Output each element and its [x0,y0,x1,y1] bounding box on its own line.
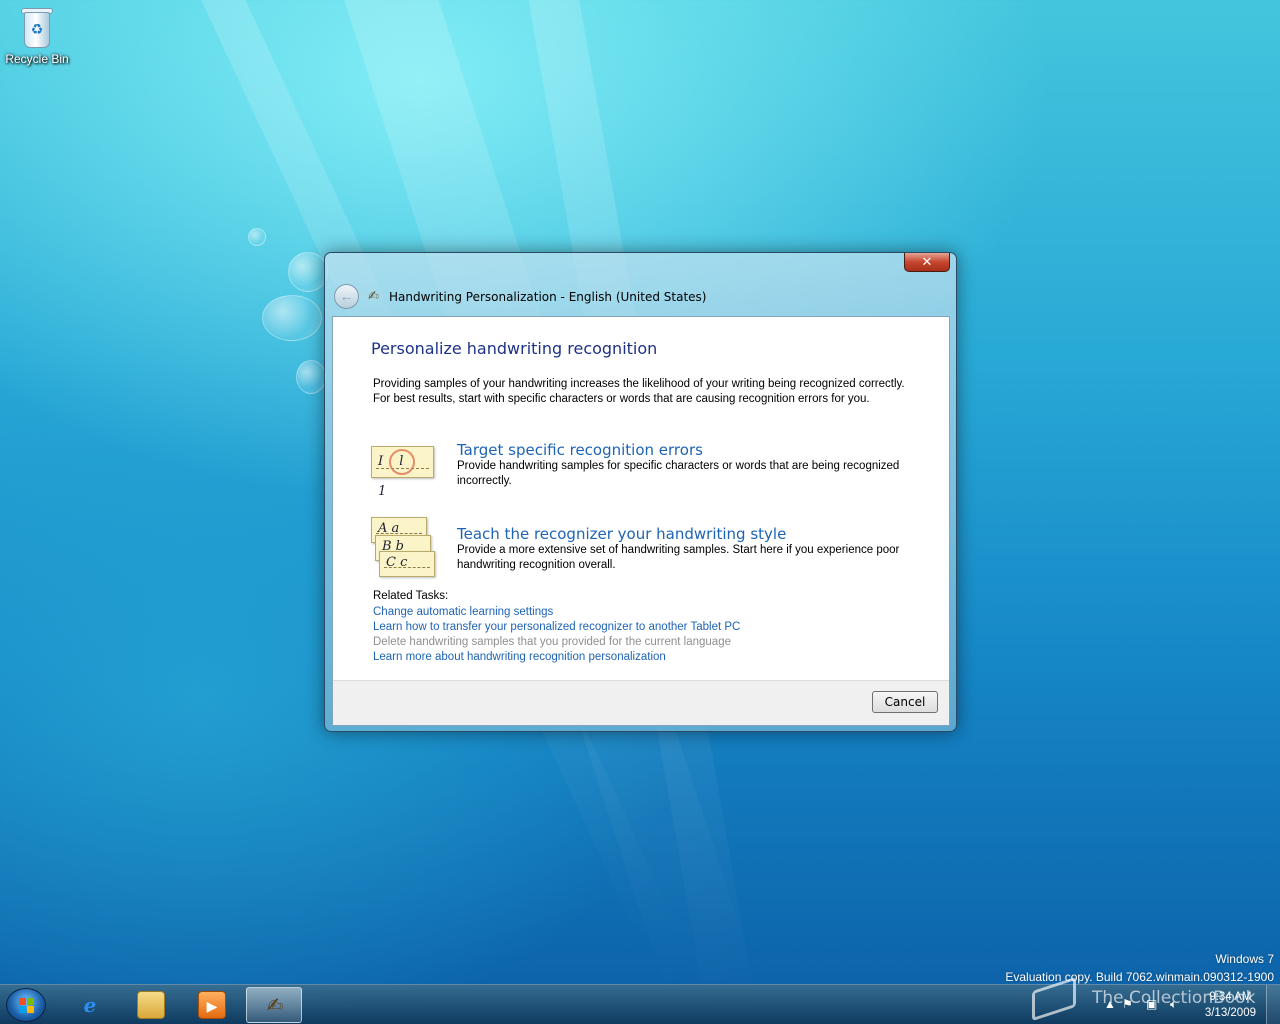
show-desktop-button[interactable] [1266,985,1280,1024]
option-description: Provide a more extensive set of handwrit… [457,544,900,571]
recycle-bin-label: Recycle Bin [5,52,69,66]
related-tasks-label: Related Tasks: [373,590,449,602]
option-target-errors[interactable]: I l 1 Target specific recognition errors… [371,441,931,499]
wallpaper-bubble [262,295,322,341]
cancel-button[interactable]: Cancel [872,691,938,713]
taskbar-internet-explorer[interactable]: e [62,987,118,1023]
recycle-bin-desktop-icon[interactable]: ♻ Recycle Bin [4,6,70,66]
option-title[interactable]: Target specific recognition errors [457,441,703,459]
dialog-footer: Cancel [333,680,949,725]
option-description: Provide handwriting samples for specific… [457,460,900,487]
link-change-learning-settings[interactable]: Change automatic learning settings [373,606,553,618]
link-delete-samples: Delete handwriting samples that you prov… [373,636,731,648]
wallpaper-bubble [248,228,266,246]
windows-explorer-icon [137,991,165,1019]
brand-overlay: The CollectionBook [1092,988,1256,1008]
handwriting-personalization-window: ✕ ← ✍ Handwriting Personalization - Engl… [324,252,957,732]
evaluation-watermark: Windows 7 Evaluation copy. Build 7062.wi… [1005,950,1274,986]
intro-text: Providing samples of your handwriting in… [373,378,905,405]
taskbar-media-player[interactable]: ▶ [184,987,240,1023]
content-panel: Personalize handwriting recognition Prov… [332,316,950,726]
link-transfer-recognizer[interactable]: Learn how to transfer your personalized … [373,621,740,633]
recognition-errors-icon: I l 1 [371,446,435,499]
option-title[interactable]: Teach the recognizer your handwriting st… [457,525,786,543]
watermark-os-name: Windows 7 [1215,952,1274,966]
internet-explorer-icon: e [83,993,97,1017]
wallpaper-bubble [296,360,326,394]
back-arrow-icon: ← [339,288,354,304]
wallpaper-bubble [288,252,328,292]
page-title: Personalize handwriting recognition [371,339,658,358]
taskbar: e ▶ ✍ ▲ ⚑ ▣ 🔈︎ 9:34 AM 3/13/2009 [0,984,1280,1024]
window-title: Handwriting Personalization - English (U… [389,290,707,304]
handwriting-personalization-icon: ✍ [266,995,284,1017]
option-teach-style[interactable]: A a B b C c Teach the recognizer your ha… [371,517,931,585]
windows-logo-icon [19,998,35,1014]
recycle-bin-icon: ♻ [20,6,54,50]
start-button[interactable] [6,988,46,1022]
link-learn-more[interactable]: Learn more about handwriting recognition… [373,651,666,663]
handwriting-cards-icon: A a B b C c [371,517,437,579]
pen-tablet-icon: ✍ [368,288,379,303]
media-player-icon: ▶ [198,991,226,1019]
close-button[interactable]: ✕ [904,253,950,272]
taskbar-windows-explorer[interactable] [123,987,179,1023]
taskbar-handwriting-personalization[interactable]: ✍ [246,987,302,1023]
back-button[interactable]: ← [334,284,359,309]
